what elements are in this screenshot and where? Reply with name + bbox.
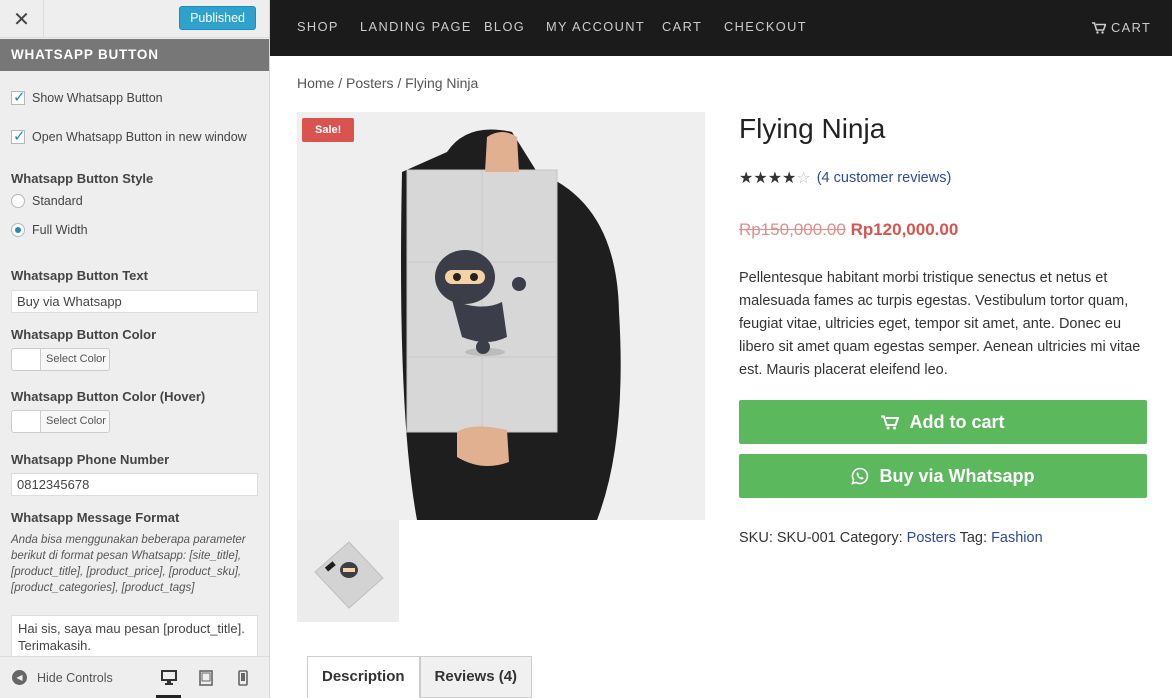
button-color-hover-picker[interactable]: Select Color [11, 410, 110, 433]
message-format-label: Whatsapp Message Format [11, 510, 180, 525]
style-option-label: Standard [32, 194, 83, 208]
sale-price: Rp120,000.00 [850, 220, 959, 239]
sale-badge: Sale! [302, 118, 355, 142]
customizer-footer: ◀ Hide Controls [0, 656, 269, 698]
select-color-label: Select Color [46, 415, 106, 427]
tab-description[interactable]: Description [307, 656, 420, 698]
radio-icon[interactable] [11, 194, 25, 208]
product-meta: SKU: SKU-001 Category: Posters Tag: Fash… [739, 530, 1043, 546]
checkbox-icon[interactable]: ✓ [11, 127, 26, 145]
new-window-label: Open Whatsapp Button in new window [32, 130, 247, 144]
phone-label: Whatsapp Phone Number [11, 452, 170, 467]
section-title: WHATSAPP BUTTON [0, 39, 269, 71]
top-navigation: SHOP LANDING PAGE BLOG MY ACCOUNT CART C… [270, 0, 1172, 56]
product-title: Flying Ninja [739, 113, 886, 144]
show-whatsapp-checkbox[interactable]: ✓ Show Whatsapp Button [11, 88, 163, 106]
star-full-icon: ★ [753, 168, 768, 187]
close-icon[interactable]: ✕ [0, 0, 44, 38]
new-window-checkbox[interactable]: ✓ Open Whatsapp Button in new window [11, 127, 247, 145]
mobile-icon [237, 669, 248, 686]
add-to-cart-label: Add to cart [909, 411, 1005, 432]
tag-link[interactable]: Fashion [991, 530, 1043, 546]
tab-reviews[interactable]: Reviews (4) [419, 656, 533, 698]
nav-checkout[interactable]: CHECKOUT [724, 0, 807, 56]
breadcrumb: Home / Posters / Flying Ninja [297, 75, 479, 91]
nav-blog[interactable]: BLOG [484, 0, 525, 56]
cart-icon [1092, 22, 1106, 34]
product-price: Rp150,000.00 Rp120,000.00 [739, 220, 958, 240]
category-link[interactable]: Posters [907, 530, 956, 546]
nav-cart[interactable]: CART [662, 0, 702, 56]
hide-controls-label: Hide Controls [37, 670, 113, 685]
star-full-icon: ★ [739, 168, 754, 187]
customer-reviews-link[interactable]: (4 customer reviews) [817, 170, 952, 186]
select-color-label: Select Color [46, 353, 106, 365]
show-whatsapp-label: Show Whatsapp Button [32, 91, 163, 105]
site-preview: SHOP LANDING PAGE BLOG MY ACCOUNT CART C… [270, 0, 1172, 698]
nav-shop[interactable]: SHOP [297, 0, 339, 56]
nav-landing-page[interactable]: LANDING PAGE [360, 0, 472, 56]
button-color-picker[interactable]: Select Color [11, 348, 110, 371]
tag-label: Tag: [959, 530, 988, 546]
product-main-image[interactable]: Sale! [297, 112, 705, 520]
button-color-hover-label: Whatsapp Button Color (Hover) [11, 389, 206, 404]
product-short-description: Pellentesque habitant morbi tristique se… [739, 270, 1141, 378]
ninja-poster-illustration [297, 112, 705, 520]
checkbox-icon[interactable]: ✓ [11, 88, 26, 106]
header-cart-link[interactable]: CART [1092, 0, 1151, 56]
buy-via-whatsapp-button[interactable]: Buy via Whatsapp [739, 454, 1147, 498]
button-color-label: Whatsapp Button Color [11, 327, 157, 342]
style-label: Whatsapp Button Style [11, 171, 154, 186]
customizer-sidebar: ✕ Published WHATSAPP BUTTON ✓ Show Whats… [0, 0, 270, 698]
product-tabs: Description Reviews (4) [307, 656, 533, 698]
buy-via-whatsapp-label: Buy via Whatsapp [879, 465, 1035, 486]
style-option-label: Full Width [32, 223, 88, 237]
customizer-header: ✕ Published [0, 0, 269, 38]
radio-icon[interactable] [11, 223, 25, 237]
category-label: Category: [839, 530, 903, 546]
phone-input[interactable]: 0812345678 [11, 473, 258, 496]
product-thumbnail[interactable] [297, 520, 399, 622]
breadcrumb-current: Flying Ninja [405, 75, 479, 91]
add-to-cart-button[interactable]: Add to cart [739, 400, 1147, 444]
breadcrumb-home[interactable]: Home [297, 75, 334, 91]
desktop-icon [160, 670, 177, 685]
button-text-input[interactable]: Buy via Whatsapp [11, 290, 258, 313]
mobile-preview-button[interactable] [224, 657, 261, 698]
style-radio-standard[interactable]: Standard [11, 194, 83, 208]
cart-icon [881, 415, 900, 429]
breadcrumb-posters[interactable]: Posters [346, 75, 393, 91]
desktop-preview-button[interactable] [150, 657, 187, 698]
tablet-preview-button[interactable] [187, 657, 224, 698]
sku-value: SKU-001 [776, 530, 836, 546]
star-full-icon: ★ [782, 168, 797, 187]
color-swatch [12, 349, 41, 370]
collapse-icon: ◀ [12, 670, 27, 685]
whatsapp-icon [851, 467, 869, 485]
color-swatch [12, 411, 41, 432]
header-cart-label: CART [1111, 20, 1152, 35]
old-price: Rp150,000.00 [739, 220, 846, 239]
tablet-icon [198, 669, 213, 686]
publish-button[interactable]: Published [179, 6, 256, 30]
style-radio-full-width[interactable]: Full Width [11, 223, 88, 237]
message-format-help: Anda bisa menggunakan beberapa parameter… [11, 534, 246, 594]
thumbnail-image [297, 520, 399, 622]
hide-controls-button[interactable]: ◀ Hide Controls [0, 670, 150, 685]
star-full-icon: ★ [767, 168, 783, 187]
star-empty-icon: ☆ [796, 168, 811, 187]
star-rating: ★ ★ ★ ★ ☆ (4 customer reviews) [739, 168, 952, 187]
button-text-label: Whatsapp Button Text [11, 268, 148, 283]
sku-label: SKU: [739, 530, 773, 546]
nav-my-account[interactable]: MY ACCOUNT [546, 0, 645, 56]
